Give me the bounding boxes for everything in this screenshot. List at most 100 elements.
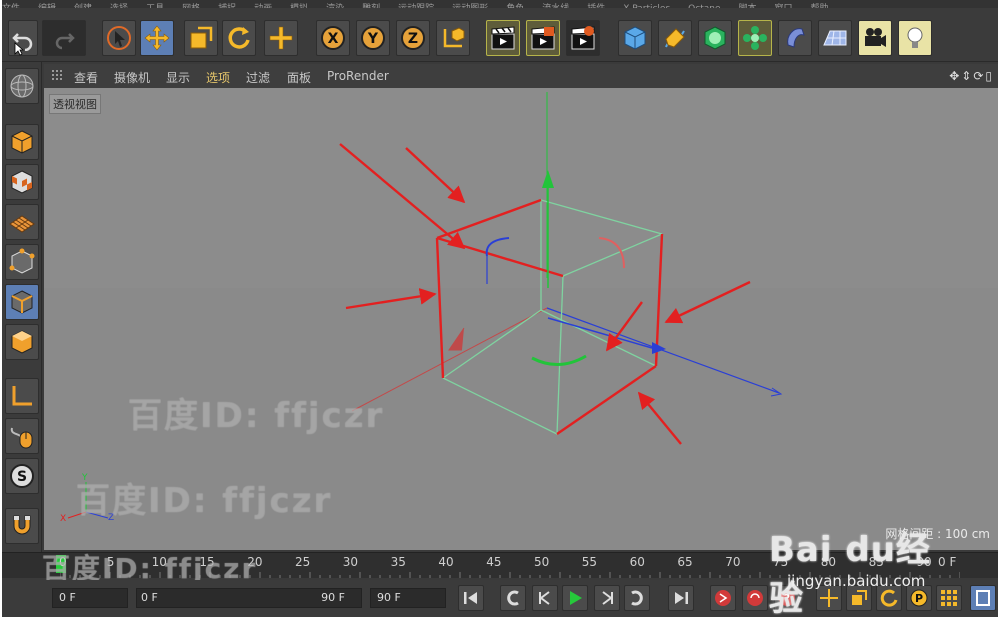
left-palette: S [2,62,42,556]
play-button[interactable] [562,585,588,611]
go-to-end-button[interactable] [668,585,694,611]
record-keys-button[interactable] [710,585,736,611]
camera-button[interactable] [858,20,892,56]
menu-options[interactable]: 选项 [206,69,230,86]
menu-cameras[interactable]: 摄像机 [114,69,150,86]
timeline-tick-label: 30 [342,555,359,569]
perspective-viewport[interactable]: Y X Z 透视视图 百度ID: ffjczr 百度ID: ffjczr 网格间… [44,88,998,550]
render-view-button[interactable] [486,20,520,56]
live-select-button[interactable] [102,20,136,56]
render-picture-viewer-button[interactable] [526,20,560,56]
workplane-grid-icon [9,215,35,233]
timeline-tick-label: 60 [629,555,645,569]
subdivision-surface-button[interactable] [698,20,732,56]
cinema4d-window: 文件编辑创建选择工具网格捕捉动画模拟渲染雕刻运动跟踪运动图形角色流水线插件X-P… [2,0,998,617]
y-axis-label: Y [367,31,379,47]
grip-icon[interactable] [52,70,64,82]
plus-move-icon [269,26,293,50]
y-axis-lock-button[interactable]: Y [356,20,390,56]
edges-cube-icon [11,290,33,314]
workplane-mode-button[interactable] [5,204,39,240]
menu-filter[interactable]: 过滤 [246,69,270,86]
timeline-tick-label: 35 [390,555,406,569]
floor-grid-icon [823,30,847,46]
model-mode-button[interactable] [5,124,39,160]
scheme-button[interactable] [970,585,996,611]
floor-button[interactable] [818,20,852,56]
prev-key-icon [507,590,519,606]
viewport-nav-icons[interactable]: ✥⇕⟳▯ [949,69,994,83]
go-to-start-button[interactable] [458,585,484,611]
cube-object-button[interactable] [618,20,652,56]
next-key-button[interactable] [624,585,650,611]
main-toolbar: X Y Z [2,8,998,62]
baidu-logo: Bai du经验 [769,530,931,617]
pen-spline-button[interactable] [658,20,692,56]
redo-icon [55,33,75,50]
z-axis-label: Z [408,31,418,47]
menu-prorender[interactable]: ProRender [327,69,389,83]
x-axis-lock-button[interactable]: X [316,20,350,56]
render-viewer-icon [531,26,555,50]
preview-range-slider[interactable]: 0 F 90 F [136,588,362,608]
watermark-1: 百度ID: ffjczr [128,396,385,436]
pen-icon [665,28,685,48]
move-tool-button[interactable] [140,20,174,56]
menu-display[interactable]: 显示 [166,69,190,86]
snap-button[interactable]: S [5,458,39,494]
go-start-icon [464,592,477,604]
checker-cube-icon [11,170,33,194]
timeline-tick-label: 25 [295,555,311,569]
edges-mode-button[interactable] [5,284,39,320]
texture-mode-button[interactable] [5,164,39,200]
axis-corner-icon [12,386,32,406]
timeline-tick-label: 65 [677,555,693,569]
next-frame-button[interactable] [594,585,620,611]
menu-view[interactable]: 查看 [74,69,98,86]
max-frame-field[interactable]: 90 F [370,588,446,608]
cloner-button[interactable] [738,20,772,56]
coordinate-system-icon [443,27,465,48]
redo-button[interactable] [42,20,86,56]
move-icon [144,25,170,51]
subdivision-icon [704,26,726,50]
play-icon [570,591,582,605]
light-button[interactable] [898,20,932,56]
scale-tool-button[interactable] [184,20,218,56]
points-cube-icon [9,248,35,274]
render-settings-button[interactable] [566,20,600,56]
last-tool-button[interactable] [264,20,298,56]
baidu-jingyan-watermark: Bai du经验 jingyan.baidu.com [769,512,959,617]
rotate-icon [228,27,250,49]
cube-icon [624,26,646,50]
camera-icon [865,28,886,47]
auto-key-button[interactable] [742,585,768,611]
prev-frame-button[interactable] [532,585,558,611]
z-axis-icon: Z [401,26,425,50]
tweak-mode-button[interactable] [5,418,39,454]
points-mode-button[interactable] [5,244,39,280]
coordinate-system-button[interactable] [436,20,470,56]
next-key-icon [631,590,643,606]
prev-key-button[interactable] [500,585,526,611]
y-axis-icon: Y [361,26,385,50]
go-end-icon [675,592,688,604]
deformer-button[interactable] [778,20,812,56]
baidu-url: jingyan.baidu.com [787,572,926,590]
z-axis-lock-button[interactable]: Z [396,20,430,56]
render-clapper-icon [491,26,515,50]
rotate-tool-button[interactable] [222,20,256,56]
sphere-wire-icon [10,74,34,98]
live-select-icon [107,26,131,50]
current-frame-field[interactable]: 0 F [52,588,128,608]
viewport-label: 透视视图 [49,94,101,114]
axis-mode-button[interactable] [5,378,39,414]
watermark-2: 百度ID: ffjczr [76,481,333,521]
svg-text:S: S [17,469,27,485]
magnet-button[interactable] [5,508,39,544]
timeline-tick-label: 40 [438,555,454,569]
make-editable-button[interactable] [5,68,39,104]
menu-panel[interactable]: 面板 [287,69,311,86]
polygons-mode-button[interactable] [5,324,39,360]
x-axis-icon: X [321,26,345,50]
